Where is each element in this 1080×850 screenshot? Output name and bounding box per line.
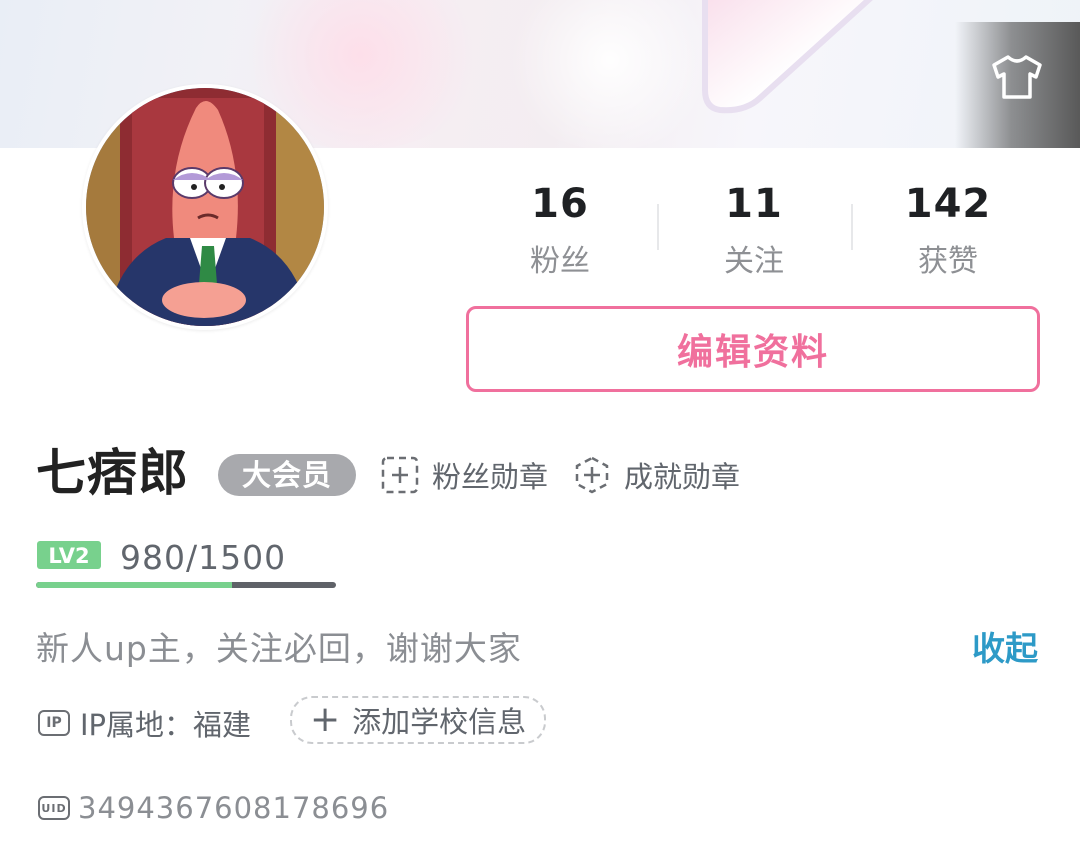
- medal-plus-icon: [575, 456, 609, 494]
- username: 七痞郎: [36, 444, 189, 502]
- avatar-image: [86, 88, 324, 326]
- ip-location-text: IP属地：福建: [80, 708, 252, 742]
- fan-medal-button[interactable]: 粉丝勋章: [380, 452, 548, 498]
- fans-label: 粉丝: [530, 244, 590, 279]
- stat-following[interactable]: 11 关注: [659, 178, 849, 284]
- level-progress-fill: [36, 582, 232, 588]
- stat-fans[interactable]: 16 粉丝: [465, 178, 655, 284]
- level-progress-text: 980/1500: [120, 538, 287, 577]
- edit-profile-button[interactable]: 编辑资料: [466, 306, 1040, 392]
- uid-value: 3494367608178696: [78, 791, 390, 825]
- skin-button[interactable]: [988, 50, 1046, 104]
- vip-badge[interactable]: 大会员: [218, 454, 356, 496]
- add-school-label: 添加学校信息: [352, 705, 527, 739]
- level-badge: LV2: [37, 541, 101, 569]
- banner-decoration: [702, 0, 873, 114]
- banner-glow: [500, 0, 720, 148]
- stat-likes[interactable]: 142 获赞: [853, 178, 1043, 284]
- plus-icon: +: [310, 699, 341, 740]
- likes-count: 142: [904, 181, 992, 227]
- fans-count: 16: [531, 181, 589, 227]
- medal-plus-icon: [381, 456, 419, 494]
- uid-icon: UID: [38, 796, 70, 820]
- avatar[interactable]: [82, 84, 328, 330]
- achievement-medal-button[interactable]: 成就勋章: [572, 452, 740, 498]
- following-label: 关注: [724, 244, 784, 279]
- level-progress-bar: [36, 582, 336, 588]
- uid-row[interactable]: UID 3494367608178696: [38, 786, 389, 830]
- ip-location: IP IP属地：福建: [38, 700, 251, 746]
- likes-label: 获赞: [918, 244, 978, 279]
- bio-text: 新人up主，关注必回，谢谢大家: [36, 629, 522, 668]
- ip-icon: IP: [38, 710, 70, 736]
- achievement-medal-label: 成就勋章: [624, 460, 741, 494]
- collapse-button[interactable]: 收起: [972, 624, 1038, 674]
- following-count: 11: [725, 181, 783, 227]
- fan-medal-label: 粉丝勋章: [432, 460, 549, 494]
- add-school-button[interactable]: + 添加学校信息: [290, 696, 547, 744]
- tshirt-icon: [992, 55, 1042, 99]
- level-badge-text: LV2: [48, 544, 89, 568]
